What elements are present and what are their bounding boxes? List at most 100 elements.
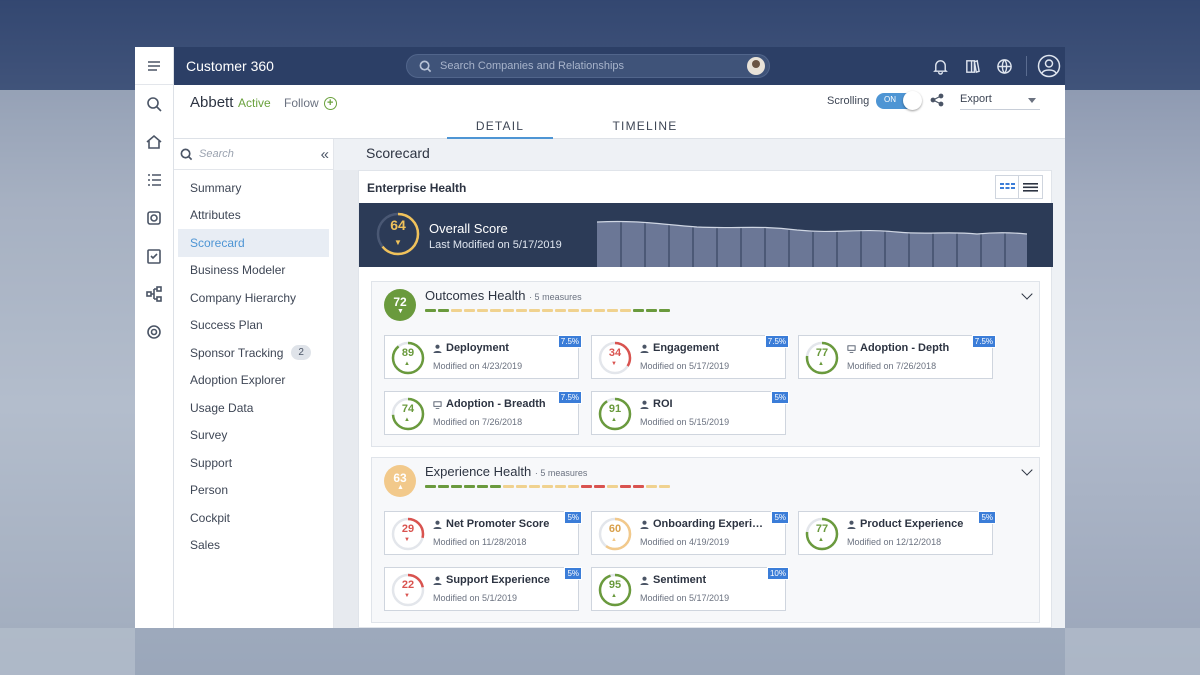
person-icon bbox=[640, 400, 649, 409]
chevron-icon: ▲ bbox=[818, 361, 824, 367]
chevron-down-icon[interactable] bbox=[1021, 288, 1033, 300]
global-search[interactable]: Search Companies and Relationships bbox=[406, 54, 770, 78]
health-section: 72 ▼ Outcomes Health · 5 measures 89 ▲ Deploy… bbox=[371, 281, 1040, 447]
status-badge: Active bbox=[238, 96, 271, 110]
sidebar-item-cockpit[interactable]: Cockpit bbox=[174, 504, 333, 532]
sidebar-item-label: Support bbox=[190, 455, 233, 470]
sidebar-item-label: Success Plan bbox=[190, 318, 263, 333]
scrolling-toggle[interactable]: ON bbox=[876, 91, 922, 110]
avatar[interactable] bbox=[747, 57, 765, 75]
tab-detail[interactable]: DETAIL bbox=[447, 115, 553, 139]
follow-button[interactable]: Follow + bbox=[284, 96, 337, 110]
company-name: Abbett bbox=[190, 94, 234, 111]
export-dropdown[interactable]: Export bbox=[960, 90, 1040, 110]
chevron-icon: ▲ bbox=[818, 537, 824, 543]
measure-score: 91 bbox=[608, 403, 622, 415]
tab-timeline[interactable]: TIMELINE bbox=[592, 115, 698, 139]
sidebar-item-label: Sales bbox=[190, 538, 221, 553]
measure-name: Support Experience bbox=[433, 574, 558, 586]
sidebar-item-sponsor-tracking[interactable]: Sponsor Tracking 2 bbox=[174, 339, 333, 367]
globe-icon[interactable] bbox=[988, 58, 1020, 75]
measure-name: Product Experience bbox=[847, 518, 972, 530]
measure-name: Net Promoter Score bbox=[433, 518, 558, 530]
sidebar-item-support[interactable]: Support bbox=[174, 449, 333, 477]
share-icon[interactable] bbox=[930, 93, 944, 112]
person-icon bbox=[847, 520, 856, 529]
weight-badge: 7.5% bbox=[557, 335, 582, 348]
search-rail-icon[interactable] bbox=[135, 85, 173, 123]
measure-card[interactable]: 77 ▲ Adoption - Depth Modified on 7/26/2018… bbox=[798, 335, 996, 379]
scorecard-card: Enterprise Health 64 ▼ Overall Score Las… bbox=[358, 170, 1053, 628]
measure-name: Deployment bbox=[433, 342, 558, 354]
sidebar-item-person[interactable]: Person bbox=[174, 477, 333, 505]
icon-rail bbox=[135, 47, 174, 628]
person-icon bbox=[433, 344, 442, 353]
measure-card[interactable]: 74 ▲ Adoption - Breadth Modified on 7/26/20… bbox=[384, 391, 582, 435]
sidebar-item-attributes[interactable]: Attributes bbox=[174, 202, 333, 230]
measure-modified: Modified on 5/1/2019 bbox=[433, 593, 518, 603]
weight-badge: 7.5% bbox=[764, 335, 789, 348]
hierarchy-icon[interactable] bbox=[135, 275, 173, 313]
clipboard-icon[interactable] bbox=[135, 237, 173, 275]
measure-card[interactable]: 91 ▲ ROI Modified on 5/15/2019 5% bbox=[591, 391, 789, 435]
list-view-icon[interactable] bbox=[1019, 176, 1042, 198]
section-title-text: Outcomes Health bbox=[425, 288, 526, 303]
sidebar-item-success-plan[interactable]: Success Plan bbox=[174, 312, 333, 340]
measure-score: 60 bbox=[608, 523, 622, 535]
nav-search-input[interactable]: Search bbox=[199, 148, 234, 160]
sidebar-item-summary[interactable]: Summary bbox=[174, 174, 333, 202]
gear-icon[interactable] bbox=[135, 313, 173, 351]
measure-card[interactable]: 77 ▲ Product Experience Modified on 12/12/2… bbox=[798, 511, 996, 555]
sidebar-item-adoption-explorer[interactable]: Adoption Explorer bbox=[174, 367, 333, 395]
nav-search[interactable]: Search « bbox=[174, 139, 333, 170]
chevron-icon: ▲ bbox=[611, 537, 617, 543]
measure-card[interactable]: 34 ▼ Engagement Modified on 5/17/2019 7.5% bbox=[591, 335, 789, 379]
measure-card[interactable]: 95 ▲ Sentiment Modified on 5/17/2019 10% bbox=[591, 567, 789, 611]
scrolling-label: Scrolling bbox=[827, 95, 870, 107]
app-title: Customer 360 bbox=[186, 58, 274, 74]
section-nav: Search « Summary Attributes Scorecard Busin… bbox=[174, 139, 334, 628]
sidebar-item-company-hierarchy[interactable]: Company Hierarchy bbox=[174, 284, 333, 312]
measure-name: Adoption - Breadth bbox=[433, 398, 558, 410]
chevron-down-icon[interactable] bbox=[1021, 464, 1033, 476]
sidebar-item-label: Cockpit bbox=[190, 510, 231, 525]
bell-icon[interactable] bbox=[924, 58, 956, 75]
measure-name-text: Sentiment bbox=[653, 574, 707, 586]
sidebar-item-scorecard[interactable]: Scorecard bbox=[178, 229, 329, 257]
list-icon[interactable] bbox=[135, 161, 173, 199]
person-icon bbox=[433, 576, 442, 585]
measure-card[interactable]: 22 ▼ Support Experience Modified on 5/1/201… bbox=[384, 567, 582, 611]
follow-label: Follow bbox=[284, 96, 319, 110]
menu-icon[interactable] bbox=[135, 47, 173, 85]
home-icon[interactable] bbox=[135, 123, 173, 161]
chevron-icon: ▲ bbox=[397, 484, 404, 491]
book-icon[interactable] bbox=[956, 58, 988, 75]
grid-view-icon[interactable] bbox=[996, 176, 1019, 198]
view-toggle bbox=[995, 175, 1043, 199]
collapse-icon[interactable]: « bbox=[321, 146, 329, 163]
weight-badge: 5% bbox=[564, 511, 582, 524]
section-score: 72 bbox=[393, 295, 407, 309]
sidebar-item-sales[interactable]: Sales bbox=[174, 532, 333, 560]
chevron-icon: ▼ bbox=[404, 593, 410, 599]
timeline-icon[interactable] bbox=[135, 199, 173, 237]
chevron-icon: ▲ bbox=[404, 417, 410, 423]
measure-card[interactable]: 60 ▲ Onboarding Experience Modified on 4/19… bbox=[591, 511, 789, 555]
weight-badge: 7.5% bbox=[971, 335, 996, 348]
search-input[interactable]: Search Companies and Relationships bbox=[440, 60, 747, 72]
user-profile-icon[interactable] bbox=[1033, 54, 1065, 78]
overall-score-value: 64 bbox=[390, 217, 406, 233]
weight-badge: 5% bbox=[771, 391, 789, 404]
sidebar-item-label: Company Hierarchy bbox=[190, 290, 297, 305]
top-icons bbox=[924, 47, 1065, 85]
sidebar-item-usage-data[interactable]: Usage Data bbox=[174, 394, 333, 422]
health-section: 63 ▲ Experience Health · 5 measures 29 ▼ Net … bbox=[371, 457, 1040, 623]
sidebar-item-survey[interactable]: Survey bbox=[174, 422, 333, 450]
overall-score-banner: 64 ▼ Overall Score Last Modified on 5/17… bbox=[359, 203, 1053, 267]
measure-card[interactable]: 89 ▲ Deployment Modified on 4/23/2019 7.5% bbox=[384, 335, 582, 379]
measure-modified: Modified on 7/26/2018 bbox=[847, 361, 937, 371]
measure-card[interactable]: 29 ▼ Net Promoter Score Modified on 11/28/2… bbox=[384, 511, 582, 555]
measure-name: Sentiment bbox=[640, 574, 765, 586]
measure-score: 77 bbox=[815, 523, 829, 535]
sidebar-item-business-modeler[interactable]: Business Modeler bbox=[174, 257, 333, 285]
